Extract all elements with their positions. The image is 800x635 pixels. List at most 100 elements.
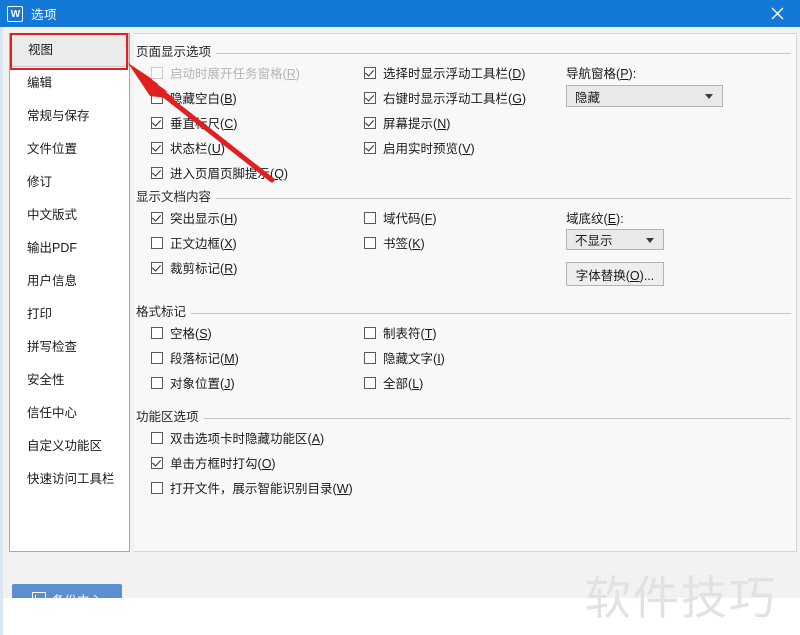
field-shading-value: 不显示 bbox=[575, 234, 613, 248]
checkbox-bookmarks[interactable]: 书签(K) bbox=[364, 233, 425, 252]
sidebar-item-print[interactable]: 打印 bbox=[10, 298, 129, 331]
field-shading-label: 域底纹(E): bbox=[566, 212, 624, 226]
checkbox-box bbox=[151, 351, 163, 364]
group-format-marks: 格式标记 空格(S) 段落标记(M) 对象位置(J) 制表符(T) 隐藏文字(I… bbox=[136, 301, 791, 391]
checkbox-floating-toolbar-on-rightclick[interactable]: 右键时显示浮动工具栏(G) bbox=[364, 88, 526, 107]
sidebar-item-label: 打印 bbox=[27, 307, 53, 321]
sidebar-item-user-info[interactable]: 用户信息 bbox=[10, 265, 129, 298]
sidebar-item-quick-access-toolbar[interactable]: 快速访问工具栏 bbox=[10, 463, 129, 496]
checkbox-highlight[interactable]: 突出显示(H) bbox=[151, 208, 237, 227]
checkbox-smart-toc-on-open[interactable]: 打开文件，展示智能识别目录(W) bbox=[151, 478, 353, 497]
checkbox-label: 屏幕提示(N) bbox=[383, 117, 451, 131]
group-label: 显示文档内容 bbox=[136, 190, 217, 204]
checkbox-box bbox=[151, 481, 163, 494]
checkbox-hide-ribbon-on-doubleclick[interactable]: 双击选项卡时隐藏功能区(A) bbox=[151, 428, 324, 447]
checkbox-label: 空格(S) bbox=[170, 327, 212, 341]
sidebar-item-customize-ribbon[interactable]: 自定义功能区 bbox=[10, 430, 129, 463]
checkbox-header-footer-tip[interactable]: 进入页眉页脚提示(Q) bbox=[151, 163, 288, 182]
checkbox-status-bar[interactable]: 状态栏(U) bbox=[151, 138, 225, 157]
group-document-content: 显示文档内容 突出显示(H) 正文边框(X) 裁剪标记(R) 域代码(F) 书签… bbox=[136, 186, 791, 286]
checkbox-box bbox=[364, 236, 376, 249]
checkbox-box bbox=[151, 211, 163, 224]
font-substitution-button[interactable]: 字体替换(O)... bbox=[566, 262, 664, 286]
dialog-body: 视图 编辑 常规与保存 文件位置 修订 中文版式 输出PDF 用户信息 打印 拼… bbox=[0, 27, 800, 635]
group-rule bbox=[136, 198, 791, 199]
checkbox-box bbox=[151, 116, 163, 129]
wps-writer-icon: W bbox=[7, 5, 23, 22]
sidebar-item-security[interactable]: 安全性 bbox=[10, 364, 129, 397]
checkbox-box bbox=[151, 66, 163, 79]
sidebar-item-general-save[interactable]: 常规与保存 bbox=[10, 100, 129, 133]
group-rule bbox=[136, 53, 791, 54]
sidebar-item-file-location[interactable]: 文件位置 bbox=[10, 133, 129, 166]
checkbox-box bbox=[151, 261, 163, 274]
group-rule bbox=[136, 418, 791, 419]
sidebar-item-output-pdf[interactable]: 输出PDF bbox=[10, 232, 129, 265]
sidebar-item-edit[interactable]: 编辑 bbox=[10, 67, 129, 100]
checkbox-object-anchors[interactable]: 对象位置(J) bbox=[151, 373, 235, 392]
navigation-pane-select[interactable]: 隐藏 bbox=[566, 85, 723, 107]
navigation-pane-value: 隐藏 bbox=[575, 90, 601, 105]
sidebar-item-trust-center[interactable]: 信任中心 bbox=[10, 397, 129, 430]
checkbox-label: 打开文件，展示智能识别目录(W) bbox=[170, 482, 353, 496]
close-icon[interactable] bbox=[754, 0, 800, 27]
checkbox-label: 启动时展开任务窗格(R) bbox=[170, 67, 300, 81]
checkbox-label: 突出显示(H) bbox=[170, 212, 238, 226]
checkbox-body-border[interactable]: 正文边框(X) bbox=[151, 233, 237, 252]
checkbox-spaces[interactable]: 空格(S) bbox=[151, 323, 212, 342]
sidebar-item-label: 快速访问工具栏 bbox=[27, 472, 115, 486]
checkbox-box bbox=[364, 376, 376, 389]
navigation-pane-label: 导航窗格(P): bbox=[566, 67, 637, 81]
checkbox-expand-task-pane-on-start[interactable]: 启动时展开任务窗格(R) bbox=[151, 63, 300, 82]
checkbox-tab-characters[interactable]: 制表符(T) bbox=[364, 323, 437, 342]
checkbox-hidden-text[interactable]: 隐藏文字(I) bbox=[364, 348, 445, 367]
sidebar-item-chinese-typography[interactable]: 中文版式 bbox=[10, 199, 129, 232]
checkbox-box bbox=[364, 66, 376, 79]
checkbox-paragraph-marks[interactable]: 段落标记(M) bbox=[151, 348, 239, 367]
checkbox-field-codes[interactable]: 域代码(F) bbox=[364, 208, 437, 227]
checkbox-box bbox=[151, 166, 163, 179]
checkbox-label: 域代码(F) bbox=[383, 212, 437, 226]
checkbox-live-preview[interactable]: 启用实时预览(V) bbox=[364, 138, 475, 157]
checkbox-all-marks[interactable]: 全部(L) bbox=[364, 373, 423, 392]
checkbox-box bbox=[364, 326, 376, 339]
checkbox-label: 启用实时预览(V) bbox=[383, 142, 475, 156]
sidebar-item-label: 修订 bbox=[27, 175, 53, 189]
checkbox-floating-toolbar-on-select[interactable]: 选择时显示浮动工具栏(D) bbox=[364, 63, 525, 82]
checkbox-vertical-ruler[interactable]: 垂直标尺(C) bbox=[151, 113, 237, 132]
checkbox-box bbox=[364, 141, 376, 154]
sidebar-item-label: 文件位置 bbox=[27, 142, 78, 156]
checkbox-label: 选择时显示浮动工具栏(D) bbox=[383, 67, 526, 81]
sidebar-item-spell-check[interactable]: 拼写检查 bbox=[10, 331, 129, 364]
checkbox-label: 正文边框(X) bbox=[170, 237, 237, 251]
group-page-display: 页面显示选项 启动时展开任务窗格(R) 隐藏空白(B) 垂直标尺(C) 状态栏(… bbox=[136, 41, 791, 181]
group-title: 功能区选项 bbox=[136, 406, 791, 424]
sidebar-item-label: 信任中心 bbox=[27, 406, 78, 420]
checkbox-crop-marks[interactable]: 裁剪标记(R) bbox=[151, 258, 237, 277]
checkbox-label: 全部(L) bbox=[383, 377, 424, 391]
group-title: 格式标记 bbox=[136, 301, 791, 319]
sidebar-item-label: 输出PDF bbox=[27, 241, 78, 255]
checkbox-label: 制表符(T) bbox=[383, 327, 437, 341]
checkbox-box bbox=[151, 236, 163, 249]
window-bottom-strip bbox=[0, 598, 800, 635]
checkbox-box bbox=[151, 141, 163, 154]
checkbox-click-box-to-tick[interactable]: 单击方框时打勾(O) bbox=[151, 453, 276, 472]
window-title: 选项 bbox=[31, 8, 58, 22]
sidebar-item-label: 中文版式 bbox=[27, 208, 78, 222]
checkbox-label: 裁剪标记(R) bbox=[170, 262, 238, 276]
sidebar-item-label: 安全性 bbox=[27, 373, 65, 387]
sidebar-item-view[interactable]: 视图 bbox=[10, 34, 129, 67]
checkbox-screen-tips[interactable]: 屏幕提示(N) bbox=[364, 113, 450, 132]
group-ribbon-options: 功能区选项 双击选项卡时隐藏功能区(A) 单击方框时打勾(O) 打开文件，展示智… bbox=[136, 406, 791, 496]
checkbox-hide-whitespace[interactable]: 隐藏空白(B) bbox=[151, 88, 237, 107]
sidebar-item-revision[interactable]: 修订 bbox=[10, 166, 129, 199]
title-bar: W 选项 bbox=[0, 0, 800, 27]
checkbox-box bbox=[151, 376, 163, 389]
sidebar-item-label: 编辑 bbox=[27, 76, 53, 90]
sidebar-item-label: 用户信息 bbox=[27, 274, 78, 288]
category-list[interactable]: 视图 编辑 常规与保存 文件位置 修订 中文版式 输出PDF 用户信息 打印 拼… bbox=[9, 33, 130, 552]
group-label: 页面显示选项 bbox=[136, 45, 217, 59]
field-shading-select[interactable]: 不显示 bbox=[566, 229, 664, 250]
checkbox-box bbox=[151, 431, 163, 444]
